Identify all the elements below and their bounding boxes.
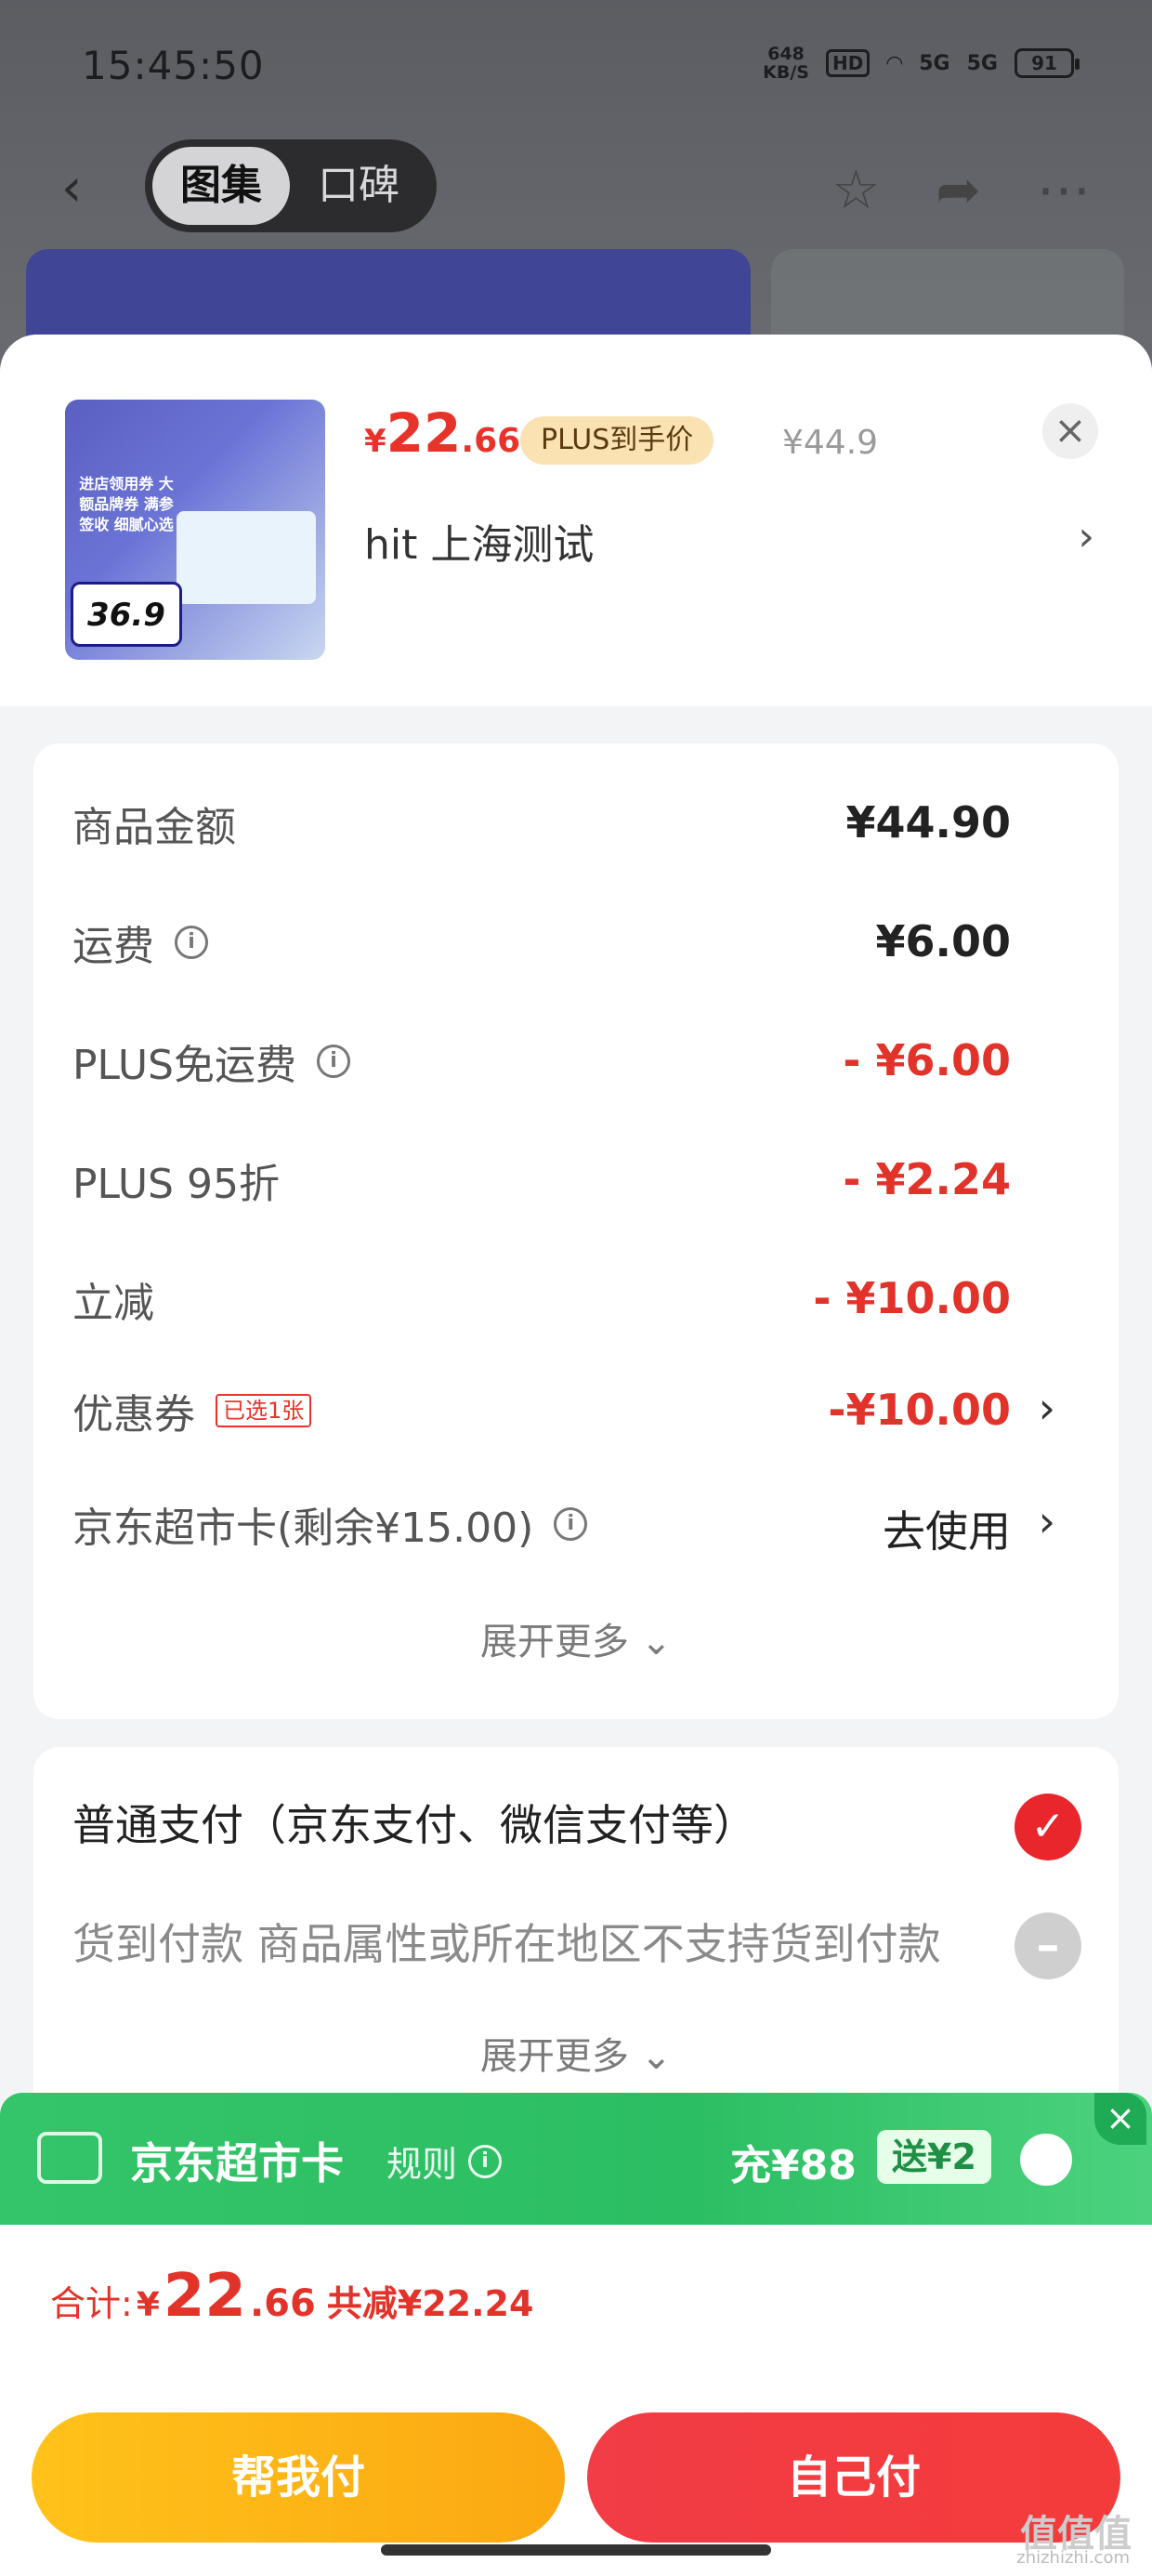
home-indicator[interactable] <box>381 2544 771 2556</box>
thumbnail-product-pack <box>177 511 316 604</box>
back-icon[interactable]: ‹ <box>61 158 82 218</box>
recharge-amount: 充¥88 <box>730 2142 857 2189</box>
promo-radio[interactable] <box>1020 2134 1072 2186</box>
info-icon[interactable]: i <box>554 1507 588 1541</box>
thumbnail-promo-text: 进店领用券 大额品牌券 满参签收 细腻心选 <box>79 475 174 533</box>
nav-bar: ‹ 图集 口碑 ☆ ➦ ⋯ <box>0 139 1152 232</box>
product-thumbnail[interactable]: 进店领用券 大额品牌券 满参签收 细腻心选 36.9 <box>65 400 325 660</box>
use-card-link[interactable]: 去使用 <box>883 1498 1011 1559</box>
signal-icon-2: 5G <box>966 51 998 75</box>
promo-title: 京东超市卡 <box>130 2138 344 2188</box>
order-total: 合计: ¥22.66 共减¥22.24 <box>50 2262 534 2331</box>
summary-row-plus-discount: PLUS 95折 - ¥2.24 <box>72 1154 1011 1208</box>
star-icon[interactable]: ☆ <box>831 158 880 221</box>
supermarket-card-promo-bar: 京东超市卡 规则 i 充¥88 送¥2 × <box>0 2093 1152 2225</box>
thumbnail-price: 36.9 <box>71 582 182 647</box>
plus-price-badge: PLUS到手价 <box>520 416 714 465</box>
disabled-radio-icon: – <box>1015 1912 1081 1979</box>
checkout-sheet: 进店领用券 大额品牌券 满参签收 细腻心选 36.9 ¥22.66 PLUS到手… <box>0 335 1152 2576</box>
card-icon <box>37 2132 102 2184</box>
status-icons: 648 KB/S HD ◠ 5G 5G 91 <box>763 44 1080 83</box>
chevron-right-icon[interactable]: › <box>1078 513 1094 560</box>
info-icon[interactable]: i <box>175 926 208 959</box>
promo-rules-link[interactable]: 规则 i <box>386 2136 503 2187</box>
original-price: ¥44.9 <box>782 424 879 462</box>
payment-option-normal[interactable]: 普通支付（京东支付、微信支付等） <box>72 1792 756 1853</box>
summary-row-goods-amount: 商品金额 ¥44.90 <box>72 797 1011 851</box>
battery-icon: 91 <box>1015 48 1080 78</box>
summary-row-supermarket-card[interactable]: 京东超市卡(剩余¥15.00) i 去使用 › <box>72 1494 1076 1569</box>
share-icon[interactable]: ➦ <box>936 158 981 221</box>
coupon-selected-badge: 已选1张 <box>216 1394 312 1427</box>
summary-row-plus-free-shipping: PLUS免运费 i - ¥6.00 <box>72 1035 1011 1089</box>
price-summary-card: 商品金额 ¥44.90 运费 i ¥6.00 PLUS免运费 i - ¥6.00 P… <box>33 743 1119 1719</box>
watermark-site: zhizhizhi.com <box>1016 2548 1130 2568</box>
info-icon[interactable]: i <box>468 2144 503 2178</box>
tab-reviews[interactable]: 口碑 <box>318 147 399 225</box>
product-header: 进店领用券 大额品牌券 满参签收 细腻心选 36.9 ¥22.66 PLUS到手… <box>0 335 1152 706</box>
checkout-footer: 合计: ¥22.66 共减¥22.24 帮我付 自己付 <box>0 2225 1152 2576</box>
clock: 15:45:50 <box>82 43 265 88</box>
nav-actions: ☆ ➦ ⋯ <box>831 158 1091 221</box>
plus-price: ¥22.66 <box>364 401 521 465</box>
summary-row-shipping: 运费 i ¥6.00 <box>72 916 1011 970</box>
more-icon[interactable]: ⋯ <box>1037 158 1091 221</box>
expand-more-button[interactable]: 展开更多 ⌄ <box>33 2026 1119 2080</box>
store-name[interactable]: hit 上海测试 <box>364 511 594 571</box>
summary-row-coupon[interactable]: 优惠券 已选1张 -¥10.00 › <box>72 1381 1076 1455</box>
total-savings: 共减¥22.24 <box>326 2283 534 2324</box>
view-switcher: 图集 口碑 <box>145 139 437 232</box>
chevron-right-icon[interactable]: › <box>1039 1496 1055 1546</box>
hd-icon: HD <box>825 49 871 77</box>
help-me-pay-button[interactable]: 帮我付 <box>32 2412 565 2543</box>
close-icon[interactable]: × <box>1094 2093 1146 2145</box>
chevron-right-icon[interactable]: › <box>1039 1383 1055 1433</box>
wifi-icon: ◠ <box>886 51 903 75</box>
status-bar: 15:45:50 648 KB/S HD ◠ 5G 5G 91 <box>0 37 1152 102</box>
info-icon[interactable]: i <box>317 1045 350 1078</box>
expand-more-button[interactable]: 展开更多 ⌄ <box>33 1611 1119 1665</box>
payment-option-cod: 货到付款 商品属性或所在地区不支持货到付款 <box>72 1919 941 1969</box>
signal-icon-1: 5G <box>919 51 950 75</box>
tab-gallery[interactable]: 图集 <box>152 147 290 225</box>
summary-row-instant-reduction: 立减 - ¥10.00 <box>72 1273 1011 1327</box>
gift-badge: 送¥2 <box>877 2130 991 2184</box>
netspeed-indicator: 648 KB/S <box>763 44 809 83</box>
checkmark-icon[interactable]: ✓ <box>1015 1794 1081 1860</box>
close-icon[interactable]: × <box>1042 403 1098 459</box>
